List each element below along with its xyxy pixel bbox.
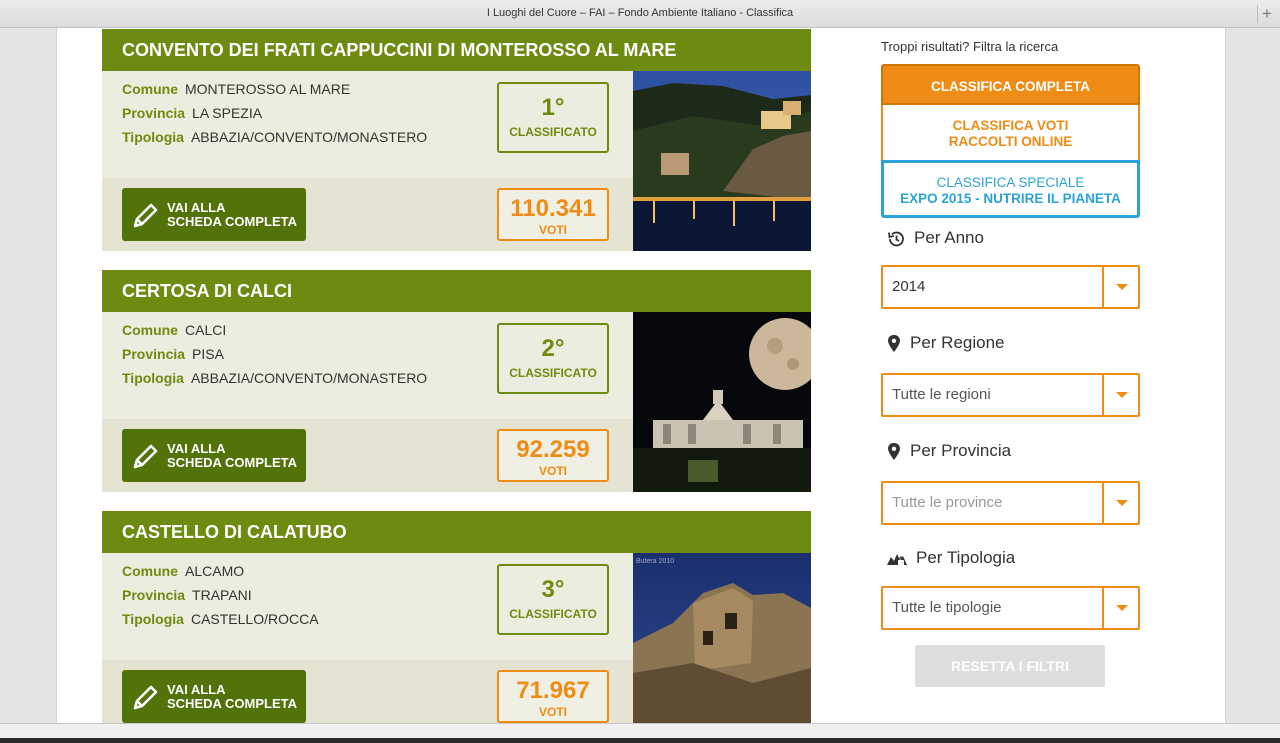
place-title[interactable]: CONVENTO DEI FRATI CAPPUCCINI DI MONTERO… bbox=[102, 29, 811, 71]
pencil-icon bbox=[133, 685, 158, 710]
filter-regione-heading: Per Regione bbox=[886, 333, 1005, 354]
history-icon bbox=[888, 231, 904, 246]
tab-voti-online[interactable]: CLASSIFICA VOTI RACCOLTI ONLINE bbox=[881, 105, 1140, 161]
provincia-value: LA SPEZIA bbox=[192, 105, 263, 121]
filter-tipologia-label: Per Tipologia bbox=[916, 548, 1016, 567]
rank-badge: 1° CLASSIFICATO bbox=[497, 82, 609, 153]
votes-badge: 71.967 VOTI bbox=[497, 670, 609, 723]
view-details-button[interactable]: VAI ALLA SCHEDA COMPLETA bbox=[122, 670, 306, 723]
tab-classifica-completa[interactable]: CLASSIFICA COMPLETA bbox=[881, 64, 1140, 105]
comune-label: Comune bbox=[122, 322, 178, 338]
tipologia-value: ABBAZIA/CONVENTO/MONASTERO bbox=[190, 370, 428, 386]
pencil-icon bbox=[133, 444, 158, 469]
button-line-1: VAI ALLA bbox=[167, 200, 226, 215]
map-pin-icon bbox=[888, 442, 900, 460]
tipologia-select[interactable]: Tutte le tipologie bbox=[881, 586, 1140, 630]
tipologia-select-value: Tutte le tipologie bbox=[892, 599, 1002, 616]
comune-label: Comune bbox=[122, 563, 178, 579]
button-line-1: VAI ALLA bbox=[167, 682, 226, 697]
new-tab-button[interactable]: + bbox=[1257, 5, 1276, 23]
rank-label: CLASSIFICATO bbox=[509, 125, 597, 139]
anno-select[interactable]: 2014 bbox=[881, 265, 1140, 309]
reset-filters-button[interactable]: RESETTA I FILTRI bbox=[915, 645, 1105, 687]
votes-label: VOTI bbox=[538, 705, 567, 719]
place-photo[interactable] bbox=[633, 71, 811, 251]
rank-badge: 2° CLASSIFICATO bbox=[497, 323, 609, 394]
rank-number: 2° bbox=[541, 335, 565, 362]
provincia-value: PISA bbox=[192, 346, 224, 362]
comune-value: CALCI bbox=[185, 322, 227, 338]
provincia-label: Provincia bbox=[122, 346, 186, 362]
votes-label: VOTI bbox=[538, 223, 567, 237]
chevron-down-icon[interactable] bbox=[1102, 483, 1138, 523]
tipologia-label: Tipologia bbox=[122, 129, 184, 145]
tab-voti-online-line-2: RACCOLTI ONLINE bbox=[948, 134, 1073, 149]
votes-number: 92.259 bbox=[516, 436, 590, 463]
filter-regione-label: Per Regione bbox=[910, 333, 1005, 352]
regione-select-value: Tutte le regioni bbox=[892, 386, 991, 403]
rank-number: 1° bbox=[541, 94, 565, 121]
place-card: CONVENTO DEI FRATI CAPPUCCINI DI MONTERO… bbox=[102, 29, 811, 251]
rank-number: 3° bbox=[541, 576, 565, 603]
view-details-button[interactable]: VAI ALLA SCHEDA COMPLETA bbox=[122, 429, 306, 482]
votes-number: 110.341 bbox=[510, 195, 596, 222]
chevron-down-icon[interactable] bbox=[1102, 588, 1138, 628]
tab-expo-2015[interactable]: CLASSIFICA SPECIALE EXPO 2015 - NUTRIRE … bbox=[881, 160, 1140, 218]
votes-badge: 92.259 VOTI bbox=[497, 429, 609, 482]
tipologia-value: CASTELLO/ROCCA bbox=[190, 611, 319, 627]
window-titlebar: I Luoghi del Cuore – FAI – Fondo Ambient… bbox=[0, 0, 1280, 28]
provincia-select-value: Tutte le province bbox=[892, 494, 1003, 511]
comune-value: ALCAMO bbox=[185, 563, 245, 579]
window-title: I Luoghi del Cuore – FAI – Fondo Ambient… bbox=[486, 7, 794, 19]
place-title[interactable]: CERTOSA DI CALCI bbox=[102, 270, 811, 312]
regione-select[interactable]: Tutte le regioni bbox=[881, 373, 1140, 417]
place-card: CERTOSA DI CALCI Comune CALCI Provincia PI… bbox=[102, 270, 811, 492]
place-photo[interactable]: Butera 2010 bbox=[633, 553, 811, 723]
comune-label: Comune bbox=[122, 81, 178, 97]
tipologia-value: ABBAZIA/CONVENTO/MONASTERO bbox=[190, 129, 428, 145]
place-photo[interactable] bbox=[633, 312, 811, 492]
tab-voti-online-line-1: CLASSIFICA VOTI bbox=[952, 118, 1069, 133]
chevron-down-icon[interactable] bbox=[1102, 375, 1138, 415]
buildings-icon bbox=[887, 553, 907, 565]
filter-anno-heading: Per Anno bbox=[886, 228, 984, 249]
rank-label: CLASSIFICATO bbox=[509, 607, 597, 621]
button-line-2: SCHEDA COMPLETA bbox=[167, 455, 297, 470]
view-details-button[interactable]: VAI ALLA SCHEDA COMPLETA bbox=[122, 188, 306, 241]
provincia-value: TRAPANI bbox=[192, 587, 252, 603]
place-card: CASTELLO DI CALATUBO Comune ALCAMO Provin… bbox=[102, 511, 811, 723]
filter-tipologia-heading: Per Tipologia bbox=[886, 548, 1015, 568]
window-bottom-bar bbox=[0, 723, 1280, 743]
map-pin-icon bbox=[888, 334, 900, 352]
tab-expo-line-1: CLASSIFICA SPECIALE bbox=[936, 175, 1085, 190]
comune-value: MONTEROSSO AL MARE bbox=[185, 81, 351, 97]
filter-provincia-label: Per Provincia bbox=[910, 441, 1012, 460]
provincia-select[interactable]: Tutte le province bbox=[881, 481, 1140, 525]
rank-label: CLASSIFICATO bbox=[509, 366, 597, 380]
pencil-icon bbox=[133, 203, 158, 228]
filter-intro: Troppi risultati? Filtra la ricerca bbox=[881, 39, 1059, 54]
tipologia-label: Tipologia bbox=[122, 611, 184, 627]
photo-caption: Butera 2010 bbox=[636, 558, 675, 565]
tipologia-label: Tipologia bbox=[122, 370, 184, 386]
votes-badge: 110.341 VOTI bbox=[497, 188, 609, 241]
anno-select-value: 2014 bbox=[892, 278, 926, 295]
chevron-down-icon[interactable] bbox=[1102, 267, 1138, 307]
provincia-label: Provincia bbox=[122, 587, 186, 603]
button-line-2: SCHEDA COMPLETA bbox=[167, 214, 297, 229]
provincia-label: Provincia bbox=[122, 105, 186, 121]
place-title[interactable]: CASTELLO DI CALATUBO bbox=[102, 511, 811, 553]
filter-anno-label: Per Anno bbox=[914, 228, 984, 247]
button-line-1: VAI ALLA bbox=[167, 441, 226, 456]
votes-number: 71.967 bbox=[516, 677, 590, 704]
tab-expo-line-2: EXPO 2015 - NUTRIRE IL PIANETA bbox=[900, 191, 1121, 206]
button-line-2: SCHEDA COMPLETA bbox=[167, 696, 297, 711]
filter-provincia-heading: Per Provincia bbox=[886, 441, 1011, 462]
rank-badge: 3° CLASSIFICATO bbox=[497, 564, 609, 635]
page-content: CONVENTO DEI FRATI CAPPUCCINI DI MONTERO… bbox=[56, 28, 1226, 723]
votes-label: VOTI bbox=[538, 464, 567, 478]
